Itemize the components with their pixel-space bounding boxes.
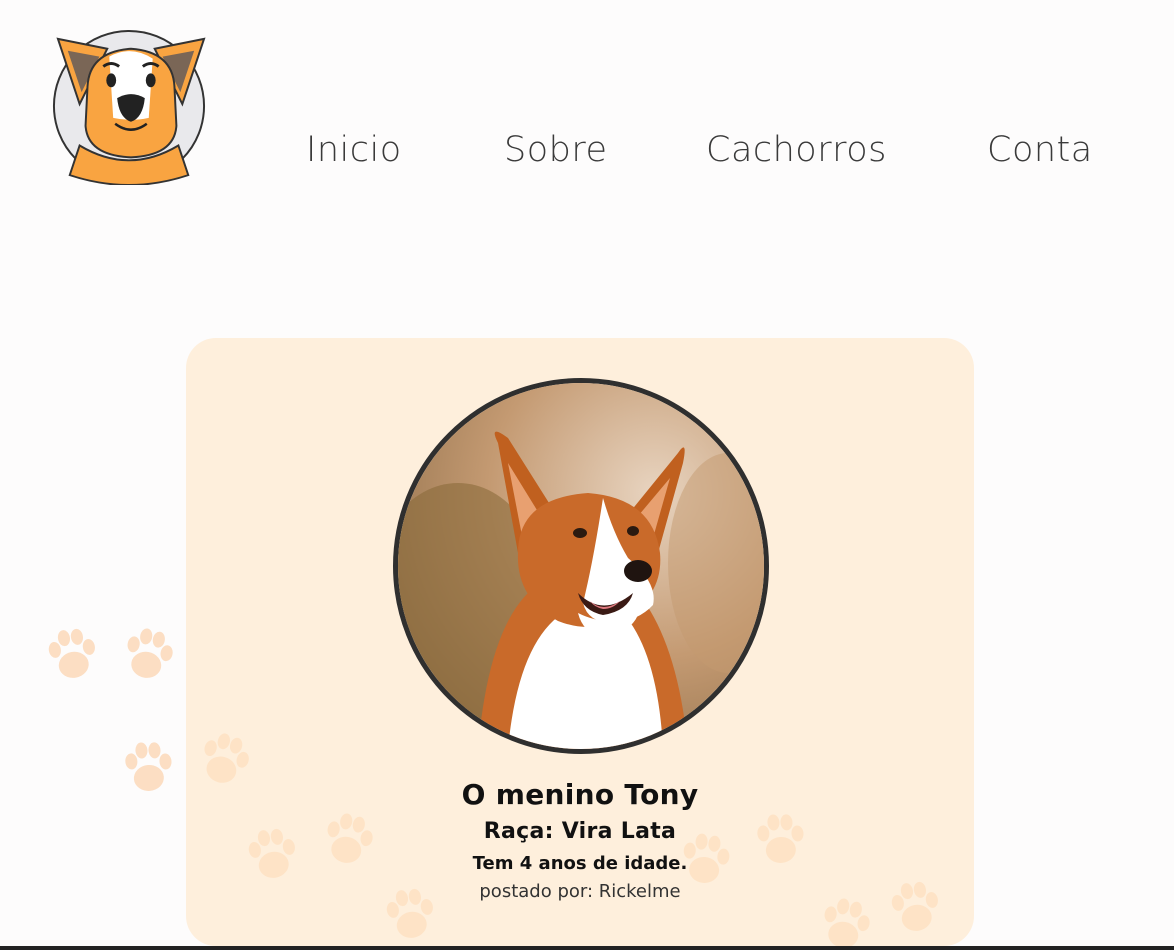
paw-print-icon <box>45 625 100 682</box>
dog-poster: postado por: Rickelme <box>479 881 681 902</box>
nav-link-cachorros[interactable]: Cachorros <box>706 128 887 172</box>
paw-print-icon <box>123 740 174 793</box>
paw-print-icon <box>122 625 177 682</box>
dog-age: Tem 4 anos de idade. <box>472 853 688 874</box>
page-bottom-border <box>0 946 1174 950</box>
nav-link-inicio[interactable]: Inicio <box>306 128 402 172</box>
dog-card: O menino Tony Raça: Vira Lata Tem 4 anos… <box>186 338 974 946</box>
dog-breed: Raça: Vira Lata <box>483 819 677 844</box>
nav-link-sobre[interactable]: Sobre <box>504 128 608 172</box>
dog-name: O menino Tony <box>461 778 699 811</box>
nav-link-conta[interactable]: Conta <box>987 128 1093 172</box>
corgi-photo-icon <box>398 383 764 749</box>
main-nav: Inicio Sobre Cachorros Conta <box>0 128 1174 172</box>
dog-photo <box>393 378 769 754</box>
